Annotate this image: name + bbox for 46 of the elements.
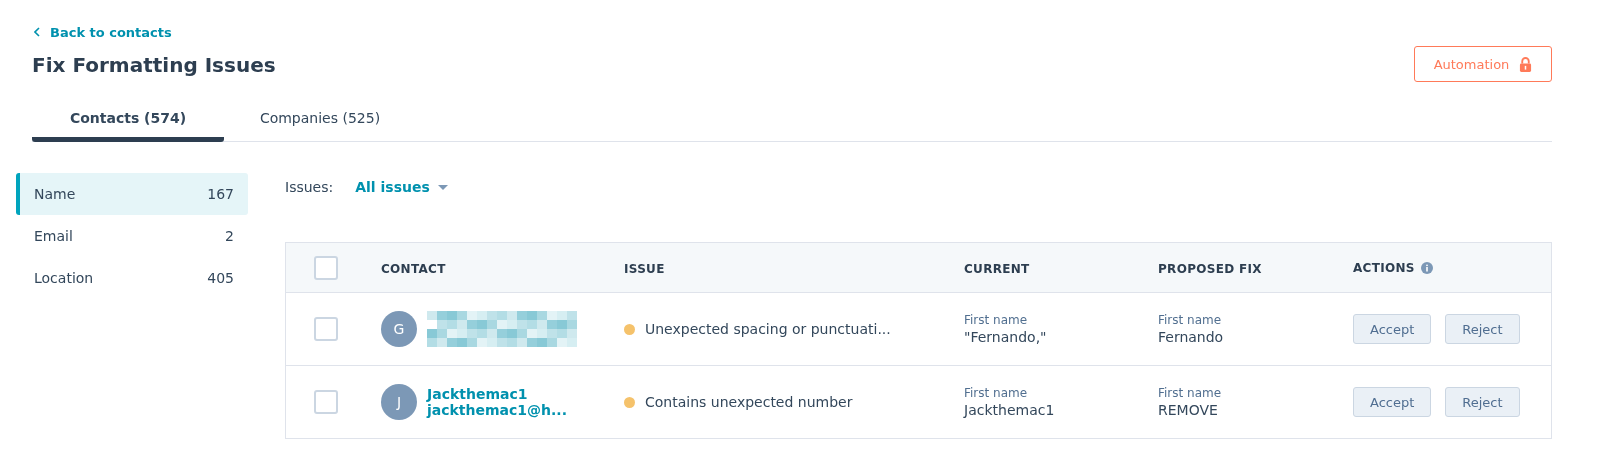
sidebar-item[interactable]: Location 405 <box>16 257 248 299</box>
sidebar-item-count: 405 <box>207 270 234 286</box>
contact-name-link[interactable]: Jackthemac1 <box>427 386 567 402</box>
action-button[interactable]: Reject <box>1445 387 1520 417</box>
back-link[interactable]: Back to contacts <box>32 24 172 40</box>
field-label: First name <box>1158 313 1223 327</box>
field-label: First name <box>1158 386 1223 400</box>
field-label: First name <box>964 386 1029 400</box>
sidebar-item-label: Location <box>34 270 94 286</box>
caret-icon <box>437 184 448 190</box>
select-all-checkbox[interactable] <box>314 255 338 280</box>
action-button[interactable]: Accept <box>1353 387 1432 417</box>
sidebar-item[interactable]: Name 167 <box>16 173 248 215</box>
page-title: Fix Formatting Issues <box>32 53 276 77</box>
current-value: Jackthemac1 <box>964 402 1056 418</box>
row-checkbox[interactable] <box>314 390 338 414</box>
tab[interactable]: Companies (525) <box>224 106 416 142</box>
issues-dropdown[interactable]: All issues <box>355 179 448 195</box>
sidebar-item-label: Name <box>34 186 76 202</box>
issue-text: Unexpected spacing or punctuati... <box>645 321 891 337</box>
sidebar-item-count: 2 <box>225 228 234 244</box>
field-label: First name <box>964 313 1029 327</box>
sidebar-item[interactable]: Email 2 <box>16 215 248 257</box>
chevron-left-icon <box>34 27 40 37</box>
issue-text: Contains unexpected number <box>645 394 853 410</box>
info-icon <box>1420 261 1433 274</box>
column-header: ISSUE <box>624 261 665 276</box>
column-header: PROPOSED FIX <box>1158 261 1262 276</box>
contact-email-link[interactable]: jackthemac1@h... <box>427 402 567 418</box>
lock-icon <box>1519 56 1533 72</box>
automation-button[interactable]: Automation <box>1414 46 1552 82</box>
column-header: CURRENT <box>964 261 1030 276</box>
action-button[interactable]: Reject <box>1445 314 1520 344</box>
sidebar-item-label: Email <box>34 228 73 244</box>
row-checkbox[interactable] <box>314 317 338 341</box>
proposed-value: Fernando <box>1158 329 1225 345</box>
avatar: G <box>381 311 417 347</box>
filter-label: Issues: <box>285 179 334 195</box>
column-header: ACTIONS <box>1353 260 1415 275</box>
proposed-value: REMOVE <box>1158 402 1219 418</box>
tab[interactable]: Contacts (574) <box>32 106 224 142</box>
avatar: J <box>381 384 417 420</box>
current-value: "Fernando," <box>964 329 1048 345</box>
sidebar-item-count: 167 <box>207 186 234 202</box>
action-button[interactable]: Accept <box>1353 314 1432 344</box>
column-header: CONTACT <box>381 261 446 276</box>
